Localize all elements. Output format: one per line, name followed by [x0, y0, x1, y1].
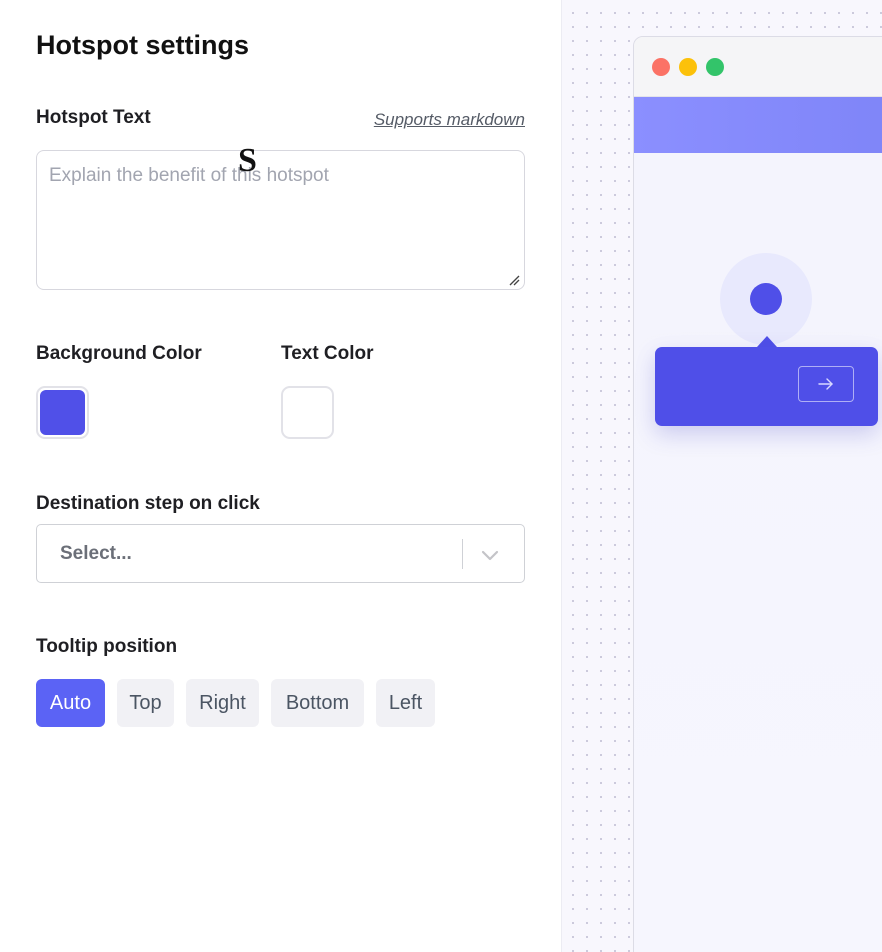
arrow-right-icon — [818, 378, 833, 390]
hotspot-tooltip-preview — [655, 347, 878, 426]
browser-title-bar — [634, 37, 882, 97]
text-color-label: Text Color — [281, 343, 374, 364]
preview-header-band — [634, 97, 882, 153]
tooltip-arrow — [757, 336, 777, 347]
text-color-swatch[interactable] — [281, 386, 334, 439]
hotspot-marker[interactable] — [750, 283, 782, 315]
hotspot-text-input[interactable] — [36, 150, 525, 290]
preview-heading-fragment: S — [238, 142, 257, 179]
background-color-swatch[interactable] — [36, 386, 89, 439]
position-left-button[interactable]: Left — [376, 679, 435, 727]
position-top-button[interactable]: Top — [117, 679, 174, 727]
tooltip-next-button[interactable] — [798, 366, 854, 402]
select-separator — [462, 539, 463, 569]
hotspot-text-label: Hotspot Text — [36, 107, 151, 128]
close-window-dot — [652, 58, 670, 76]
chevron-down-icon[interactable] — [480, 545, 500, 565]
browser-preview-window — [633, 36, 882, 952]
position-bottom-button[interactable]: Bottom — [271, 679, 364, 727]
background-color-label: Background Color — [36, 343, 202, 364]
minimize-window-dot — [679, 58, 697, 76]
background-color-fill — [40, 390, 85, 435]
position-auto-button[interactable]: Auto — [36, 679, 105, 727]
destination-select-value: Select... — [60, 543, 132, 564]
text-color-fill — [285, 390, 330, 435]
supports-markdown-link[interactable]: Supports markdown — [374, 110, 525, 130]
position-right-button[interactable]: Right — [186, 679, 259, 727]
destination-label: Destination step on click — [36, 493, 260, 514]
panel-title: Hotspot settings — [36, 30, 249, 60]
tooltip-position-label: Tooltip position — [36, 636, 178, 657]
maximize-window-dot — [706, 58, 724, 76]
resize-grip-icon[interactable] — [508, 274, 520, 286]
destination-step-select[interactable]: Select... — [36, 524, 525, 583]
hotspot-settings-panel: Hotspot settings Hotspot Text Supports m… — [0, 0, 561, 952]
